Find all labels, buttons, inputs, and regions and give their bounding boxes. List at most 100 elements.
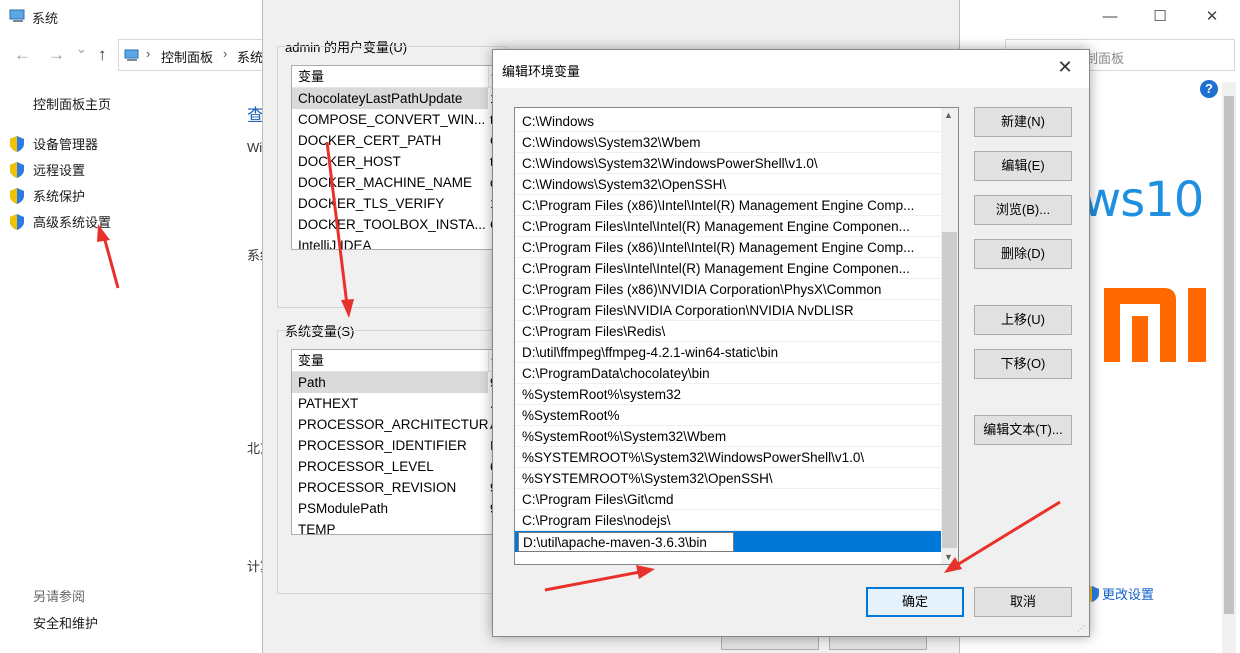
user-variable-row[interactable]: DOCKER_MACHINE_NAME — [292, 172, 488, 193]
path-entry-row[interactable]: C:\Windows\System32\WindowsPowerShell\v1… — [515, 153, 941, 174]
path-list-scrollbar[interactable]: ▲ ▼ — [941, 108, 958, 564]
user-variable-row[interactable]: IntelliJ IDEA — [292, 235, 488, 249]
help-icon[interactable]: ? — [1200, 80, 1218, 98]
page-scrollbar-thumb[interactable] — [1224, 96, 1234, 614]
background-text-fragment: Wi — [247, 140, 263, 155]
device-manager-label: 设备管理器 — [33, 137, 99, 152]
close-button[interactable]: ✕ — [1192, 4, 1232, 30]
edit-button[interactable]: 编辑(E) — [974, 151, 1072, 181]
recent-dropdown-icon[interactable]: ⌄ — [76, 41, 87, 57]
path-entry-row[interactable]: C:\Program Files (x86)\NVIDIA Corporatio… — [515, 279, 941, 300]
path-entry-row[interactable]: D:\util\ffmpeg\ffmpeg-4.2.1-win64-static… — [515, 342, 941, 363]
path-entry-row[interactable]: C:\Program Files\Intel\Intel(R) Manageme… — [515, 258, 941, 279]
system-variable-row[interactable]: PROCESSOR_REVISION — [292, 477, 488, 498]
path-entry-row[interactable]: C:\Windows — [515, 111, 941, 132]
uac-shield-icon — [10, 188, 24, 204]
xiaomi-logo-icon — [1104, 288, 1206, 362]
control-panel-home-link[interactable]: 控制面板主页 — [33, 94, 111, 113]
back-arrow-icon[interactable]: ← — [14, 45, 31, 65]
user-variables-header: 变量 值 — [292, 66, 500, 88]
maximize-button[interactable]: ☐ — [1140, 4, 1180, 30]
user-variables-list[interactable]: 变量 值 ChocolateyLastPathUpdate COMPOSE_CO… — [291, 65, 501, 250]
system-variable-row[interactable]: PATHEXT — [292, 393, 488, 414]
window-title: 系统 — [32, 11, 59, 26]
computer-icon — [9, 9, 25, 22]
user-variable-row[interactable]: COMPOSE_CONVERT_WIN... — [292, 109, 488, 130]
delete-button[interactable]: 删除(D) — [974, 239, 1072, 269]
forward-arrow-icon[interactable]: → — [48, 45, 65, 65]
control-panel-icon — [124, 49, 139, 61]
breadcrumb-separator: › — [146, 46, 151, 61]
minimize-button[interactable]: — — [1090, 4, 1130, 30]
path-entry-row[interactable]: C:\Program Files\nodejs\ — [515, 510, 941, 531]
path-entries-list[interactable]: C:\Windows C:\Windows\System32\Wbem C:\Win… — [514, 107, 959, 565]
path-list-scrollbar-thumb[interactable] — [942, 232, 957, 548]
dialog-close-icon[interactable]: ✕ — [1055, 57, 1075, 78]
scroll-up-arrow-icon[interactable]: ▲ — [944, 110, 953, 120]
path-entry-row[interactable]: %SystemRoot%\system32 — [515, 384, 941, 405]
system-variable-row[interactable]: PROCESSOR_LEVEL — [292, 456, 488, 477]
user-variable-row[interactable]: DOCKER_TLS_VERIFY — [292, 193, 488, 214]
system-protection-link[interactable]: 系统保护 — [10, 186, 85, 206]
remote-settings-label: 远程设置 — [33, 163, 86, 178]
path-entry-row[interactable]: C:\Program Files\Intel\Intel(R) Manageme… — [515, 216, 941, 237]
path-entry-row[interactable]: C:\Windows\System32\OpenSSH\ — [515, 174, 941, 195]
dialog-title: 编辑环境变量 — [502, 64, 581, 79]
path-entry-row[interactable]: %SYSTEMROOT%\System32\OpenSSH\ — [515, 468, 941, 489]
path-entry-row[interactable]: C:\Program Files\Git\cmd — [515, 489, 941, 510]
edit-text-button[interactable]: 编辑文本(T)... — [974, 415, 1072, 445]
move-down-button[interactable]: 下移(O) — [974, 349, 1072, 379]
path-entry-row[interactable]: %SystemRoot%\System32\Wbem — [515, 426, 941, 447]
address-bar[interactable]: › 控制面板 › 系统 — [118, 39, 268, 71]
breadcrumb-system[interactable]: 系统 — [237, 47, 263, 66]
user-variable-row[interactable]: DOCKER_CERT_PATH — [292, 130, 488, 151]
system-variable-row[interactable]: PSModulePath — [292, 498, 488, 519]
see-also-heading: 另请参阅 — [33, 589, 86, 604]
user-variable-row[interactable]: ChocolateyLastPathUpdate — [292, 88, 488, 109]
path-entry-row[interactable]: C:\Program Files\NVIDIA Corporation\NVID… — [515, 300, 941, 321]
ok-button[interactable]: 确定 — [866, 587, 964, 617]
path-entry-row[interactable]: %SystemRoot% — [515, 405, 941, 426]
uac-shield-icon — [10, 214, 24, 230]
cancel-button[interactable]: 取消 — [974, 587, 1072, 617]
column-separator — [488, 66, 489, 88]
path-entry-row[interactable]: C:\Program Files\Redis\ — [515, 321, 941, 342]
system-variable-row[interactable]: TEMP — [292, 519, 488, 534]
breadcrumb-control-panel[interactable]: 控制面板 — [161, 47, 213, 66]
scroll-down-arrow-icon[interactable]: ▼ — [944, 552, 953, 562]
path-entry-row[interactable]: C:\ProgramData\chocolatey\bin — [515, 363, 941, 384]
up-arrow-icon[interactable]: ↑ — [98, 45, 107, 65]
system-protection-label: 系统保护 — [33, 189, 86, 204]
uac-shield-icon — [10, 136, 24, 152]
remote-settings-link[interactable]: 远程设置 — [10, 160, 85, 180]
path-edit-input[interactable] — [518, 532, 734, 552]
system-variables-list[interactable]: 变量 值 Path PATHEXT PROCESSOR_ARCHITECTURE… — [291, 349, 501, 535]
system-variable-row[interactable]: PROCESSOR_IDENTIFIER — [292, 435, 488, 456]
dialog-title-bar: 编辑环境变量 ✕ — [493, 50, 1089, 88]
variable-column-header: 变量 — [298, 353, 325, 368]
change-settings-label: 更改设置 — [1102, 587, 1155, 602]
path-edit-row[interactable] — [515, 531, 941, 552]
browse-button[interactable]: 浏览(B)... — [974, 195, 1072, 225]
user-variable-row[interactable]: DOCKER_HOST — [292, 151, 488, 172]
path-entry-row[interactable]: %SYSTEMROOT%\System32\WindowsPowerShell\… — [515, 447, 941, 468]
column-separator — [488, 350, 489, 372]
path-entry-row[interactable]: C:\Program Files (x86)\Intel\Intel(R) Ma… — [515, 195, 941, 216]
move-up-button[interactable]: 上移(U) — [974, 305, 1072, 335]
path-entry-row[interactable]: C:\Windows\System32\Wbem — [515, 132, 941, 153]
page-scrollbar[interactable] — [1222, 82, 1236, 653]
system-variables-header: 变量 值 — [292, 350, 500, 372]
resize-grip-icon[interactable]: ⋰ — [1077, 624, 1087, 634]
user-variable-row[interactable]: DOCKER_TOOLBOX_INSTA... — [292, 214, 488, 235]
system-variable-row[interactable]: Path — [292, 372, 488, 393]
security-maintenance-link[interactable]: 安全和维护 — [33, 613, 98, 632]
advanced-system-settings-link[interactable]: 高级系统设置 — [10, 212, 111, 232]
variable-column-header: 变量 — [298, 69, 325, 84]
device-manager-link[interactable]: 设备管理器 — [10, 134, 98, 154]
system-variable-row[interactable]: PROCESSOR_ARCHITECTURE — [292, 414, 488, 435]
change-settings-link[interactable]: 更改设置 — [1085, 584, 1154, 603]
new-button[interactable]: 新建(N) — [974, 107, 1072, 137]
breadcrumb-separator: › — [223, 46, 228, 61]
path-entry-row[interactable]: C:\Program Files (x86)\Intel\Intel(R) Ma… — [515, 237, 941, 258]
advanced-system-settings-label: 高级系统设置 — [33, 215, 112, 230]
